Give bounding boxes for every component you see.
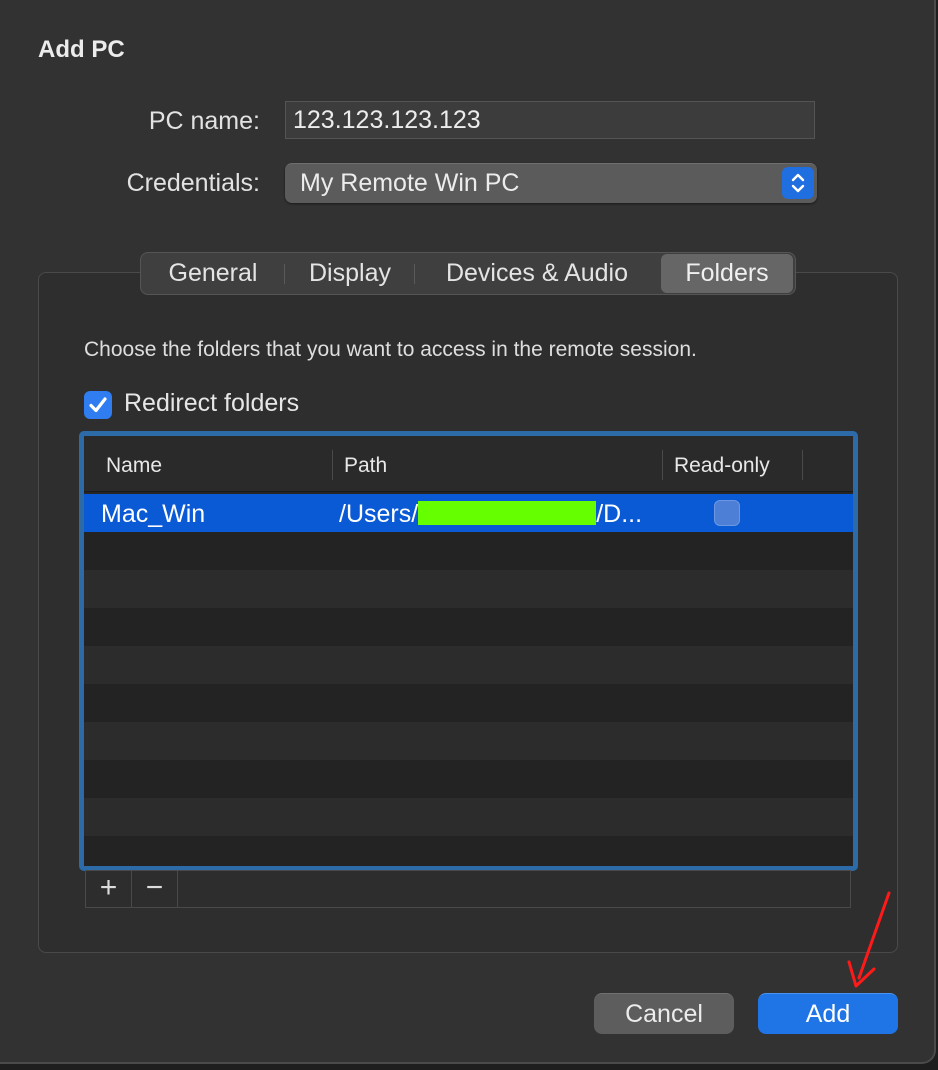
table-header: Name Path Read-only: [84, 436, 853, 492]
cancel-button[interactable]: Cancel: [594, 993, 734, 1034]
redacted-username: [418, 501, 597, 525]
empty-row: [84, 798, 853, 836]
column-header-name[interactable]: Name: [106, 436, 162, 491]
column-divider: [332, 450, 333, 480]
tab-folders[interactable]: Folders: [661, 254, 793, 293]
column-header-readonly[interactable]: Read-only: [674, 436, 770, 491]
credentials-value: My Remote Win PC: [300, 169, 520, 197]
empty-row: [84, 570, 853, 608]
path-prefix: /Users/: [339, 500, 419, 528]
empty-row: [84, 646, 853, 684]
tab-display[interactable]: Display: [285, 254, 415, 293]
path-suffix: /D...: [596, 500, 643, 528]
row-path: /Users/ /D...: [339, 494, 642, 532]
read-only-checkbox[interactable]: [714, 500, 740, 526]
empty-row: [84, 760, 853, 798]
redirect-folders-checkbox[interactable]: [84, 391, 112, 419]
pc-name-field[interactable]: 123.123.123.123: [285, 101, 815, 139]
add-button[interactable]: Add: [758, 993, 898, 1034]
empty-row: [84, 532, 853, 570]
empty-row: [84, 684, 853, 722]
empty-row: [84, 722, 853, 760]
column-header-path[interactable]: Path: [344, 436, 387, 491]
dialog-title: Add PC: [38, 36, 125, 63]
redirect-folders-label: Redirect folders: [124, 389, 300, 417]
credentials-label: Credentials:: [126, 169, 260, 197]
tab-bar: General Display Devices & Audio Folders: [140, 252, 796, 295]
tab-general[interactable]: General: [141, 254, 285, 293]
empty-row: [84, 608, 853, 646]
add-remove-bar: + −: [85, 870, 851, 908]
checkmark-icon: [89, 397, 107, 413]
folders-table[interactable]: Name Path Read-only Mac_Win /Users/ /D...: [79, 431, 858, 871]
add-folder-button[interactable]: +: [86, 871, 132, 907]
folders-description: Choose the folders that you want to acce…: [84, 338, 697, 361]
up-down-chevron-icon: [782, 167, 814, 199]
remove-folder-button[interactable]: −: [132, 871, 178, 907]
credentials-popup[interactable]: My Remote Win PC: [285, 163, 817, 203]
empty-row: [84, 836, 853, 866]
column-divider: [802, 450, 803, 480]
row-name: Mac_Win: [101, 500, 206, 528]
tab-devices-audio[interactable]: Devices & Audio: [415, 254, 659, 293]
pc-name-label: PC name:: [148, 107, 260, 135]
add-pc-dialog: Add PC PC name: 123.123.123.123 Credenti…: [0, 0, 936, 1064]
column-divider: [662, 450, 663, 480]
table-row[interactable]: Mac_Win /Users/ /D...: [84, 494, 853, 532]
